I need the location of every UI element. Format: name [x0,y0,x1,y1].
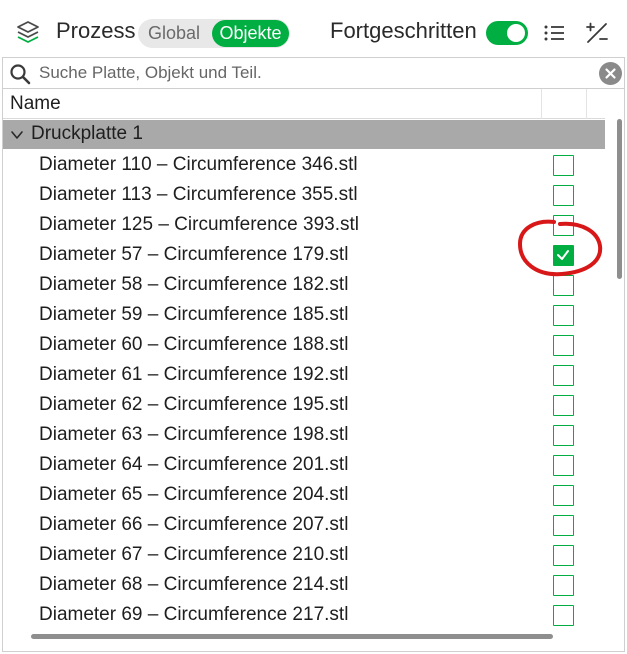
checkbox[interactable] [553,275,574,296]
object-name: Diameter 113 – Circumference 355.stl [39,184,358,205]
object-list: Name Druckplatte 1 Diameter 110 – Circum… [2,89,625,652]
checkbox-checked[interactable] [553,245,574,266]
object-name: Diameter 68 – Circumference 214.stl [39,574,349,595]
object-name: Diameter 66 – Circumference 207.stl [39,514,349,535]
table-row[interactable]: Diameter 68 – Circumference 214.stl [3,570,605,600]
checkbox[interactable] [553,185,574,206]
search-icon [9,63,31,85]
table-header: Name [3,89,605,119]
checkmark-icon [557,250,569,260]
panel-title: Prozess [56,18,136,43]
object-name: Diameter 64 – Circumference 201.stl [39,454,349,475]
segment-global[interactable]: Global [138,19,210,48]
table-row[interactable]: Diameter 57 – Circumference 179.stl [3,240,605,270]
search-bar [2,57,625,89]
object-rows: Diameter 110 – Circumference 346.stl Diam… [3,150,605,630]
table-row[interactable]: Diameter 67 – Circumference 210.stl [3,540,605,570]
advanced-label: Fortgeschritten [330,18,477,43]
checkbox[interactable] [553,365,574,386]
checkbox[interactable] [553,335,574,356]
table-row[interactable]: Diameter 60 – Circumference 188.stl [3,330,605,360]
table-row[interactable]: Diameter 113 – Circumference 355.stl [3,180,605,210]
column-divider [541,89,542,119]
object-name: Diameter 67 – Circumference 210.stl [39,544,349,565]
checkbox[interactable] [553,155,574,176]
checkbox[interactable] [553,545,574,566]
table-row[interactable]: Diameter 65 – Circumference 204.stl [3,480,605,510]
table-row[interactable]: Diameter 125 – Circumference 393.stl [3,210,605,240]
horizontal-scrollbar[interactable] [31,634,553,639]
clear-search-icon[interactable] [599,62,622,85]
table-row[interactable]: Diameter 64 – Circumference 201.stl [3,450,605,480]
table-row[interactable]: Diameter 58 – Circumference 182.stl [3,270,605,300]
toolbar: Prozess Global Objekte Fortgeschritten [0,0,627,56]
object-name: Diameter 58 – Circumference 182.stl [39,274,349,295]
table-row[interactable]: Diameter 110 – Circumference 346.stl [3,150,605,180]
search-input[interactable] [39,61,579,85]
checkbox[interactable] [553,485,574,506]
object-name: Diameter 62 – Circumference 195.stl [39,394,349,415]
layers-icon[interactable] [14,20,42,46]
checkbox[interactable] [553,305,574,326]
plate-group-label: Druckplatte 1 [31,123,143,144]
checkbox[interactable] [553,395,574,416]
object-name: Diameter 65 – Circumference 204.stl [39,484,349,505]
column-header-name[interactable]: Name [10,93,61,115]
object-name: Diameter 69 – Circumference 217.stl [39,604,349,625]
object-name: Diameter 60 – Circumference 188.stl [39,334,349,355]
scope-segmented-control: Global Objekte [138,19,290,48]
checkbox[interactable] [553,425,574,446]
object-name: Diameter 61 – Circumference 192.stl [39,364,349,385]
vertical-scrollbar[interactable] [617,119,622,279]
list-icon[interactable] [543,22,565,44]
object-name: Diameter 125 – Circumference 393.stl [39,214,359,235]
percent-icon[interactable] [585,21,609,45]
checkbox[interactable] [553,575,574,596]
table-row[interactable]: Diameter 59 – Circumference 185.stl [3,300,605,330]
table-row[interactable]: Diameter 61 – Circumference 192.stl [3,360,605,390]
segment-objects[interactable]: Objekte [212,20,289,47]
checkbox[interactable] [553,515,574,536]
checkbox[interactable] [553,455,574,476]
checkbox[interactable] [553,605,574,626]
object-name: Diameter 110 – Circumference 346.stl [39,154,358,175]
plate-group-row[interactable]: Druckplatte 1 [3,120,605,149]
chevron-down-icon[interactable] [10,128,24,142]
object-name: Diameter 57 – Circumference 179.stl [39,244,349,265]
checkbox[interactable] [553,215,574,236]
table-row[interactable]: Diameter 69 – Circumference 217.stl [3,600,605,630]
toggle-knob [507,24,525,42]
table-row[interactable]: Diameter 63 – Circumference 198.stl [3,420,605,450]
table-row[interactable]: Diameter 62 – Circumference 195.stl [3,390,605,420]
object-name: Diameter 59 – Circumference 185.stl [39,304,349,325]
column-divider [586,89,587,119]
object-name: Diameter 63 – Circumference 198.stl [39,424,349,445]
advanced-toggle[interactable] [486,21,528,45]
table-row[interactable]: Diameter 66 – Circumference 207.stl [3,510,605,540]
